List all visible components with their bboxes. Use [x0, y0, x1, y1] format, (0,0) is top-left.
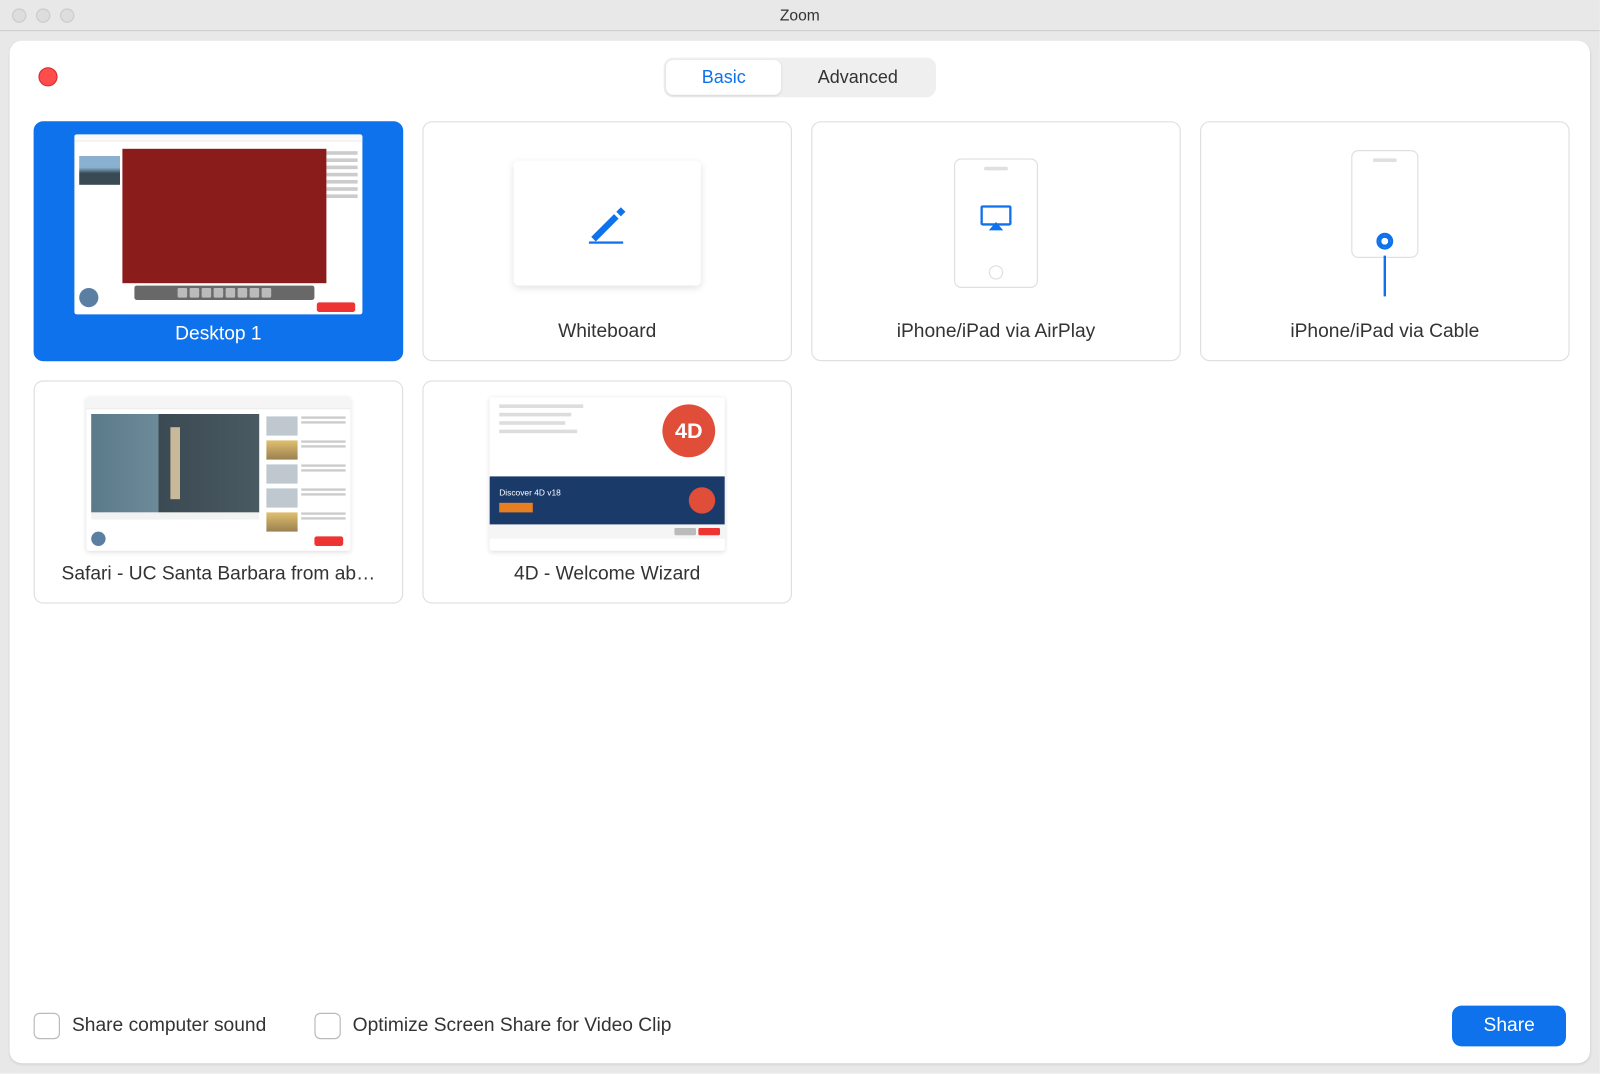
cable-icon	[1384, 256, 1386, 297]
option-label: iPhone/iPad via Cable	[1290, 322, 1479, 344]
thumbnail	[822, 134, 1170, 312]
airplay-icon	[980, 205, 1011, 231]
pencil-icon	[584, 200, 630, 246]
checkbox-icon	[34, 1013, 60, 1039]
share-option-safari[interactable]: Safari - UC Santa Barbara from ab…	[34, 380, 404, 603]
share-option-cable[interactable]: iPhone/iPad via Cable	[1200, 121, 1570, 361]
4d-logo-icon: 4D	[662, 404, 715, 457]
share-option-whiteboard[interactable]: Whiteboard	[422, 121, 792, 361]
share-option-4d[interactable]: 4D Discover 4D v18	[422, 380, 792, 603]
share-mode-tabs: Basic Advanced	[663, 58, 936, 98]
minimize-window-icon[interactable]	[36, 8, 50, 22]
recording-indicator-icon	[38, 67, 57, 86]
traffic-lights	[0, 8, 74, 22]
tab-advanced[interactable]: Advanced	[782, 60, 934, 95]
panel-header: Basic Advanced	[10, 41, 1590, 109]
share-button[interactable]: Share	[1452, 1006, 1566, 1047]
window-title: Zoom	[780, 6, 820, 24]
option-label: Whiteboard	[558, 322, 656, 344]
tab-basic[interactable]: Basic	[666, 60, 782, 95]
thumbnail	[1211, 134, 1559, 312]
zoom-window-icon[interactable]	[60, 8, 74, 22]
option-label: iPhone/iPad via AirPlay	[897, 322, 1096, 344]
option-label: Desktop 1	[175, 324, 261, 343]
checkbox-label: Share computer sound	[72, 1015, 266, 1037]
share-option-desktop-1[interactable]: Desktop 1	[34, 121, 404, 361]
checkbox-label: Optimize Screen Share for Video Clip	[353, 1015, 672, 1037]
close-window-icon[interactable]	[12, 8, 26, 22]
footer-bar: Share computer sound Optimize Screen Sha…	[10, 989, 1590, 1063]
share-panel: Basic Advanced	[10, 41, 1590, 1063]
thumbnail: 4D Discover 4D v18	[433, 394, 781, 555]
option-label: Safari - UC Santa Barbara from ab…	[62, 564, 376, 586]
titlebar: Zoom	[0, 0, 1600, 31]
share-options-grid: Desktop 1 Whiteboard	[10, 109, 1590, 627]
thumbnail	[433, 134, 781, 312]
optimize-video-checkbox[interactable]: Optimize Screen Share for Video Clip	[314, 1013, 671, 1039]
zoom-share-window: Zoom Basic Advanced	[0, 0, 1600, 1073]
home-button-icon	[1376, 233, 1393, 250]
4d-banner-title: Discover 4D v18	[499, 489, 561, 497]
option-label: 4D - Welcome Wizard	[514, 564, 700, 586]
share-sound-checkbox[interactable]: Share computer sound	[34, 1013, 267, 1039]
thumbnail	[44, 394, 392, 555]
checkbox-icon	[314, 1013, 340, 1039]
share-option-airplay[interactable]: iPhone/iPad via AirPlay	[811, 121, 1181, 361]
thumbnail	[44, 134, 392, 314]
